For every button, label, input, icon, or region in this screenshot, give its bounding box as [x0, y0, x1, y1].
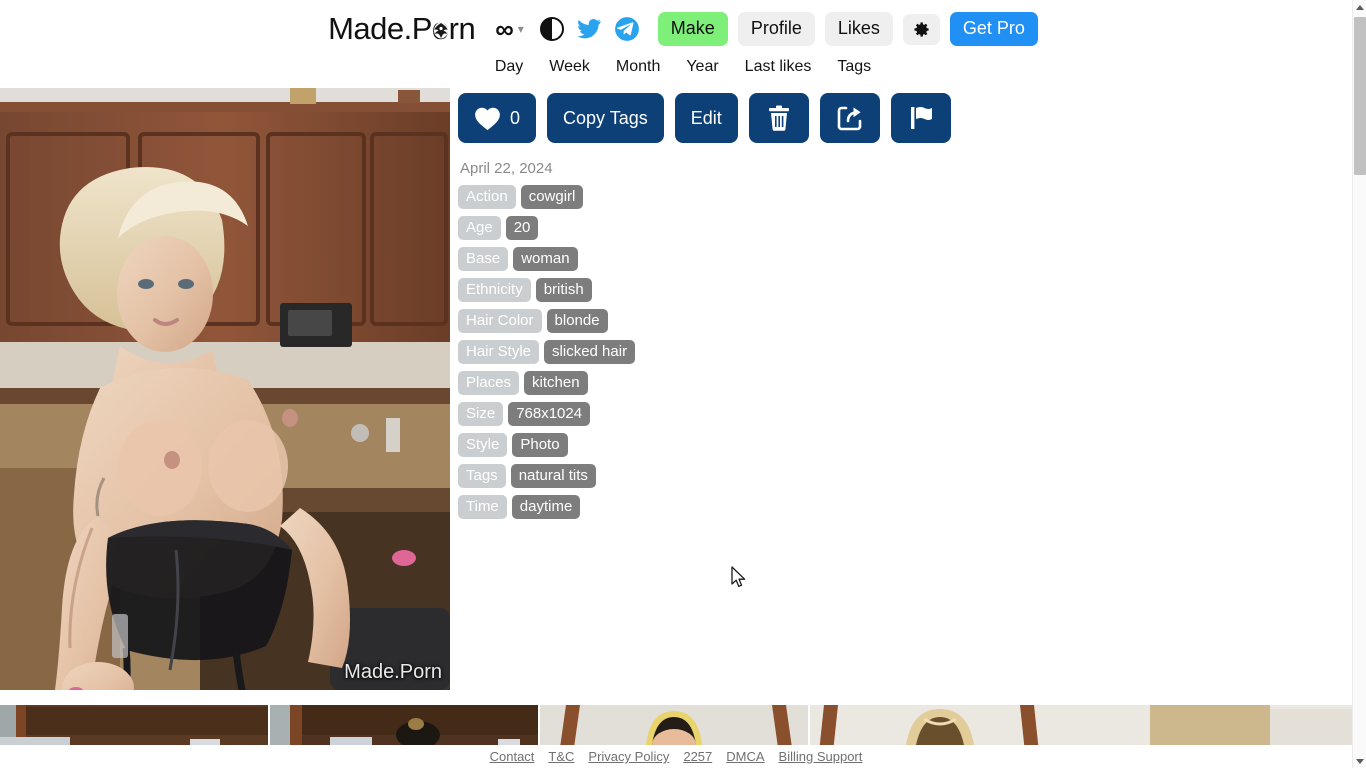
attribute-value[interactable]: Photo [512, 433, 568, 457]
attribute-row-places: Places kitchen [458, 371, 1352, 395]
attribute-row-base: Base woman [458, 247, 1352, 271]
likes-button[interactable]: Likes [824, 12, 893, 46]
thumbnail-item[interactable] [0, 705, 268, 745]
scroll-up-arrow[interactable] [1353, 0, 1366, 14]
contrast-circle-icon[interactable] [539, 17, 564, 41]
footer-link-tc[interactable]: T&C [548, 749, 574, 764]
attribute-value[interactable]: natural tits [510, 464, 596, 488]
main-photo-image [0, 88, 450, 690]
footer-link-privacy-policy[interactable]: Privacy Policy [588, 749, 669, 764]
photo-watermark: Made.Porn [344, 661, 442, 683]
site-footer: Contact T&C Privacy Policy 2257 DMCA Bil… [0, 745, 1352, 768]
site-logo-text: Made.Porn [328, 11, 476, 46]
period-subnav: Day Week Month Year Last likes Tags [0, 54, 1366, 80]
subnav-item-last-likes[interactable]: Last likes [745, 58, 812, 76]
attribute-row-size: Size 768x1024 [458, 402, 1352, 426]
page-scrollbar[interactable] [1352, 0, 1366, 768]
attribute-row-style: Style Photo [458, 433, 1352, 457]
footer-link-dmca[interactable]: DMCA [726, 749, 764, 764]
attribute-row-time: Time daytime [458, 495, 1352, 519]
attribute-key[interactable]: Tags [458, 464, 506, 488]
attribute-value[interactable]: cowgirl [520, 185, 584, 209]
chevron-down-icon: ▾ [517, 22, 524, 36]
profile-button[interactable]: Profile [737, 12, 815, 46]
footer-link-2257[interactable]: 2257 [683, 749, 712, 764]
thumbnail-image [0, 705, 268, 745]
share-box-arrow-icon [837, 106, 862, 131]
action-toolbar: 0 Copy Tags Edit [458, 88, 1352, 143]
get-pro-button[interactable]: Get Pro [949, 12, 1038, 46]
make-button[interactable]: Make [657, 12, 728, 46]
thumbnail-image [810, 705, 1352, 745]
attribute-value[interactable]: daytime [511, 495, 581, 519]
attribute-value[interactable]: kitchen [524, 371, 588, 395]
telegram-plane-icon[interactable] [614, 16, 640, 42]
thumbnail-image [270, 705, 538, 745]
attribute-value[interactable]: british [535, 278, 592, 302]
related-thumbnails [0, 705, 1352, 745]
subnav-item-tags[interactable]: Tags [837, 58, 871, 76]
attribute-row-hair-style: Hair Style slicked hair [458, 340, 1352, 364]
attribute-key[interactable]: Ethnicity [458, 278, 531, 302]
site-header: Made.Porn ∞ ▾ Make Profile Likes Get Pro [0, 0, 1366, 56]
footer-link-contact[interactable]: Contact [490, 749, 535, 764]
attribute-value[interactable]: 20 [505, 216, 539, 240]
attribute-key[interactable]: Time [458, 495, 507, 519]
copy-tags-button[interactable]: Copy Tags [547, 93, 664, 143]
trash-icon [768, 105, 789, 131]
thumbnail-item[interactable] [270, 705, 538, 745]
attribute-key[interactable]: Hair Color [458, 309, 542, 333]
attribute-key[interactable]: Action [458, 185, 516, 209]
attribute-value[interactable]: 768x1024 [508, 402, 591, 426]
attribute-row-age: Age 20 [458, 216, 1352, 240]
subnav-item-day[interactable]: Day [495, 58, 523, 76]
thumbnail-image [540, 705, 808, 745]
attribute-row-ethnicity: Ethnicity british [458, 278, 1352, 302]
settings-button[interactable] [902, 13, 940, 45]
site-logo[interactable]: Made.Porn [328, 11, 476, 47]
attribute-list: Action cowgirl Age 20 Base woman Ethnici… [458, 185, 1352, 519]
attribute-key[interactable]: Hair Style [458, 340, 540, 364]
scroll-down-arrow[interactable] [1353, 754, 1366, 768]
twitter-bird-icon[interactable] [576, 16, 602, 42]
subnav-item-month[interactable]: Month [616, 58, 660, 76]
photo-details: 0 Copy Tags Edit April 22, 2024 Action c… [450, 88, 1352, 690]
attribute-key[interactable]: Size [458, 402, 504, 426]
content-area: Made.Porn 0 Copy Tags Edit April 22, 202… [0, 88, 1352, 690]
attribute-value[interactable]: slicked hair [544, 340, 636, 364]
attribute-key[interactable]: Places [458, 371, 520, 395]
footer-link-billing-support[interactable]: Billing Support [779, 749, 863, 764]
heart-icon [475, 107, 500, 130]
flag-icon [910, 107, 932, 129]
attribute-row-tags: Tags natural tits [458, 464, 1352, 488]
like-count: 0 [510, 107, 521, 128]
delete-button[interactable] [748, 93, 809, 143]
attribute-value[interactable]: blonde [546, 309, 608, 333]
report-button[interactable] [890, 93, 951, 143]
attribute-value[interactable]: woman [513, 247, 578, 271]
attribute-row-action: Action cowgirl [458, 185, 1352, 209]
edit-button[interactable]: Edit [674, 93, 738, 143]
subnav-item-week[interactable]: Week [549, 58, 590, 76]
attribute-row-hair-color: Hair Color blonde [458, 309, 1352, 333]
thumbnail-item[interactable] [540, 705, 808, 745]
gear-icon [914, 21, 929, 37]
subnav-item-year[interactable]: Year [686, 58, 718, 76]
infinity-icon: ∞ [495, 14, 514, 44]
thumbnail-item[interactable] [810, 705, 1352, 745]
like-button[interactable]: 0 [458, 93, 537, 143]
main-photo[interactable]: Made.Porn [0, 88, 450, 690]
attribute-key[interactable]: Base [458, 247, 509, 271]
share-button[interactable] [819, 93, 880, 143]
attribute-key[interactable]: Style [458, 433, 508, 457]
attribute-key[interactable]: Age [458, 216, 501, 240]
scrollbar-thumb[interactable] [1354, 17, 1366, 175]
created-date: April 22, 2024 [460, 160, 553, 177]
model-selector[interactable]: ∞ ▾ [495, 16, 524, 42]
